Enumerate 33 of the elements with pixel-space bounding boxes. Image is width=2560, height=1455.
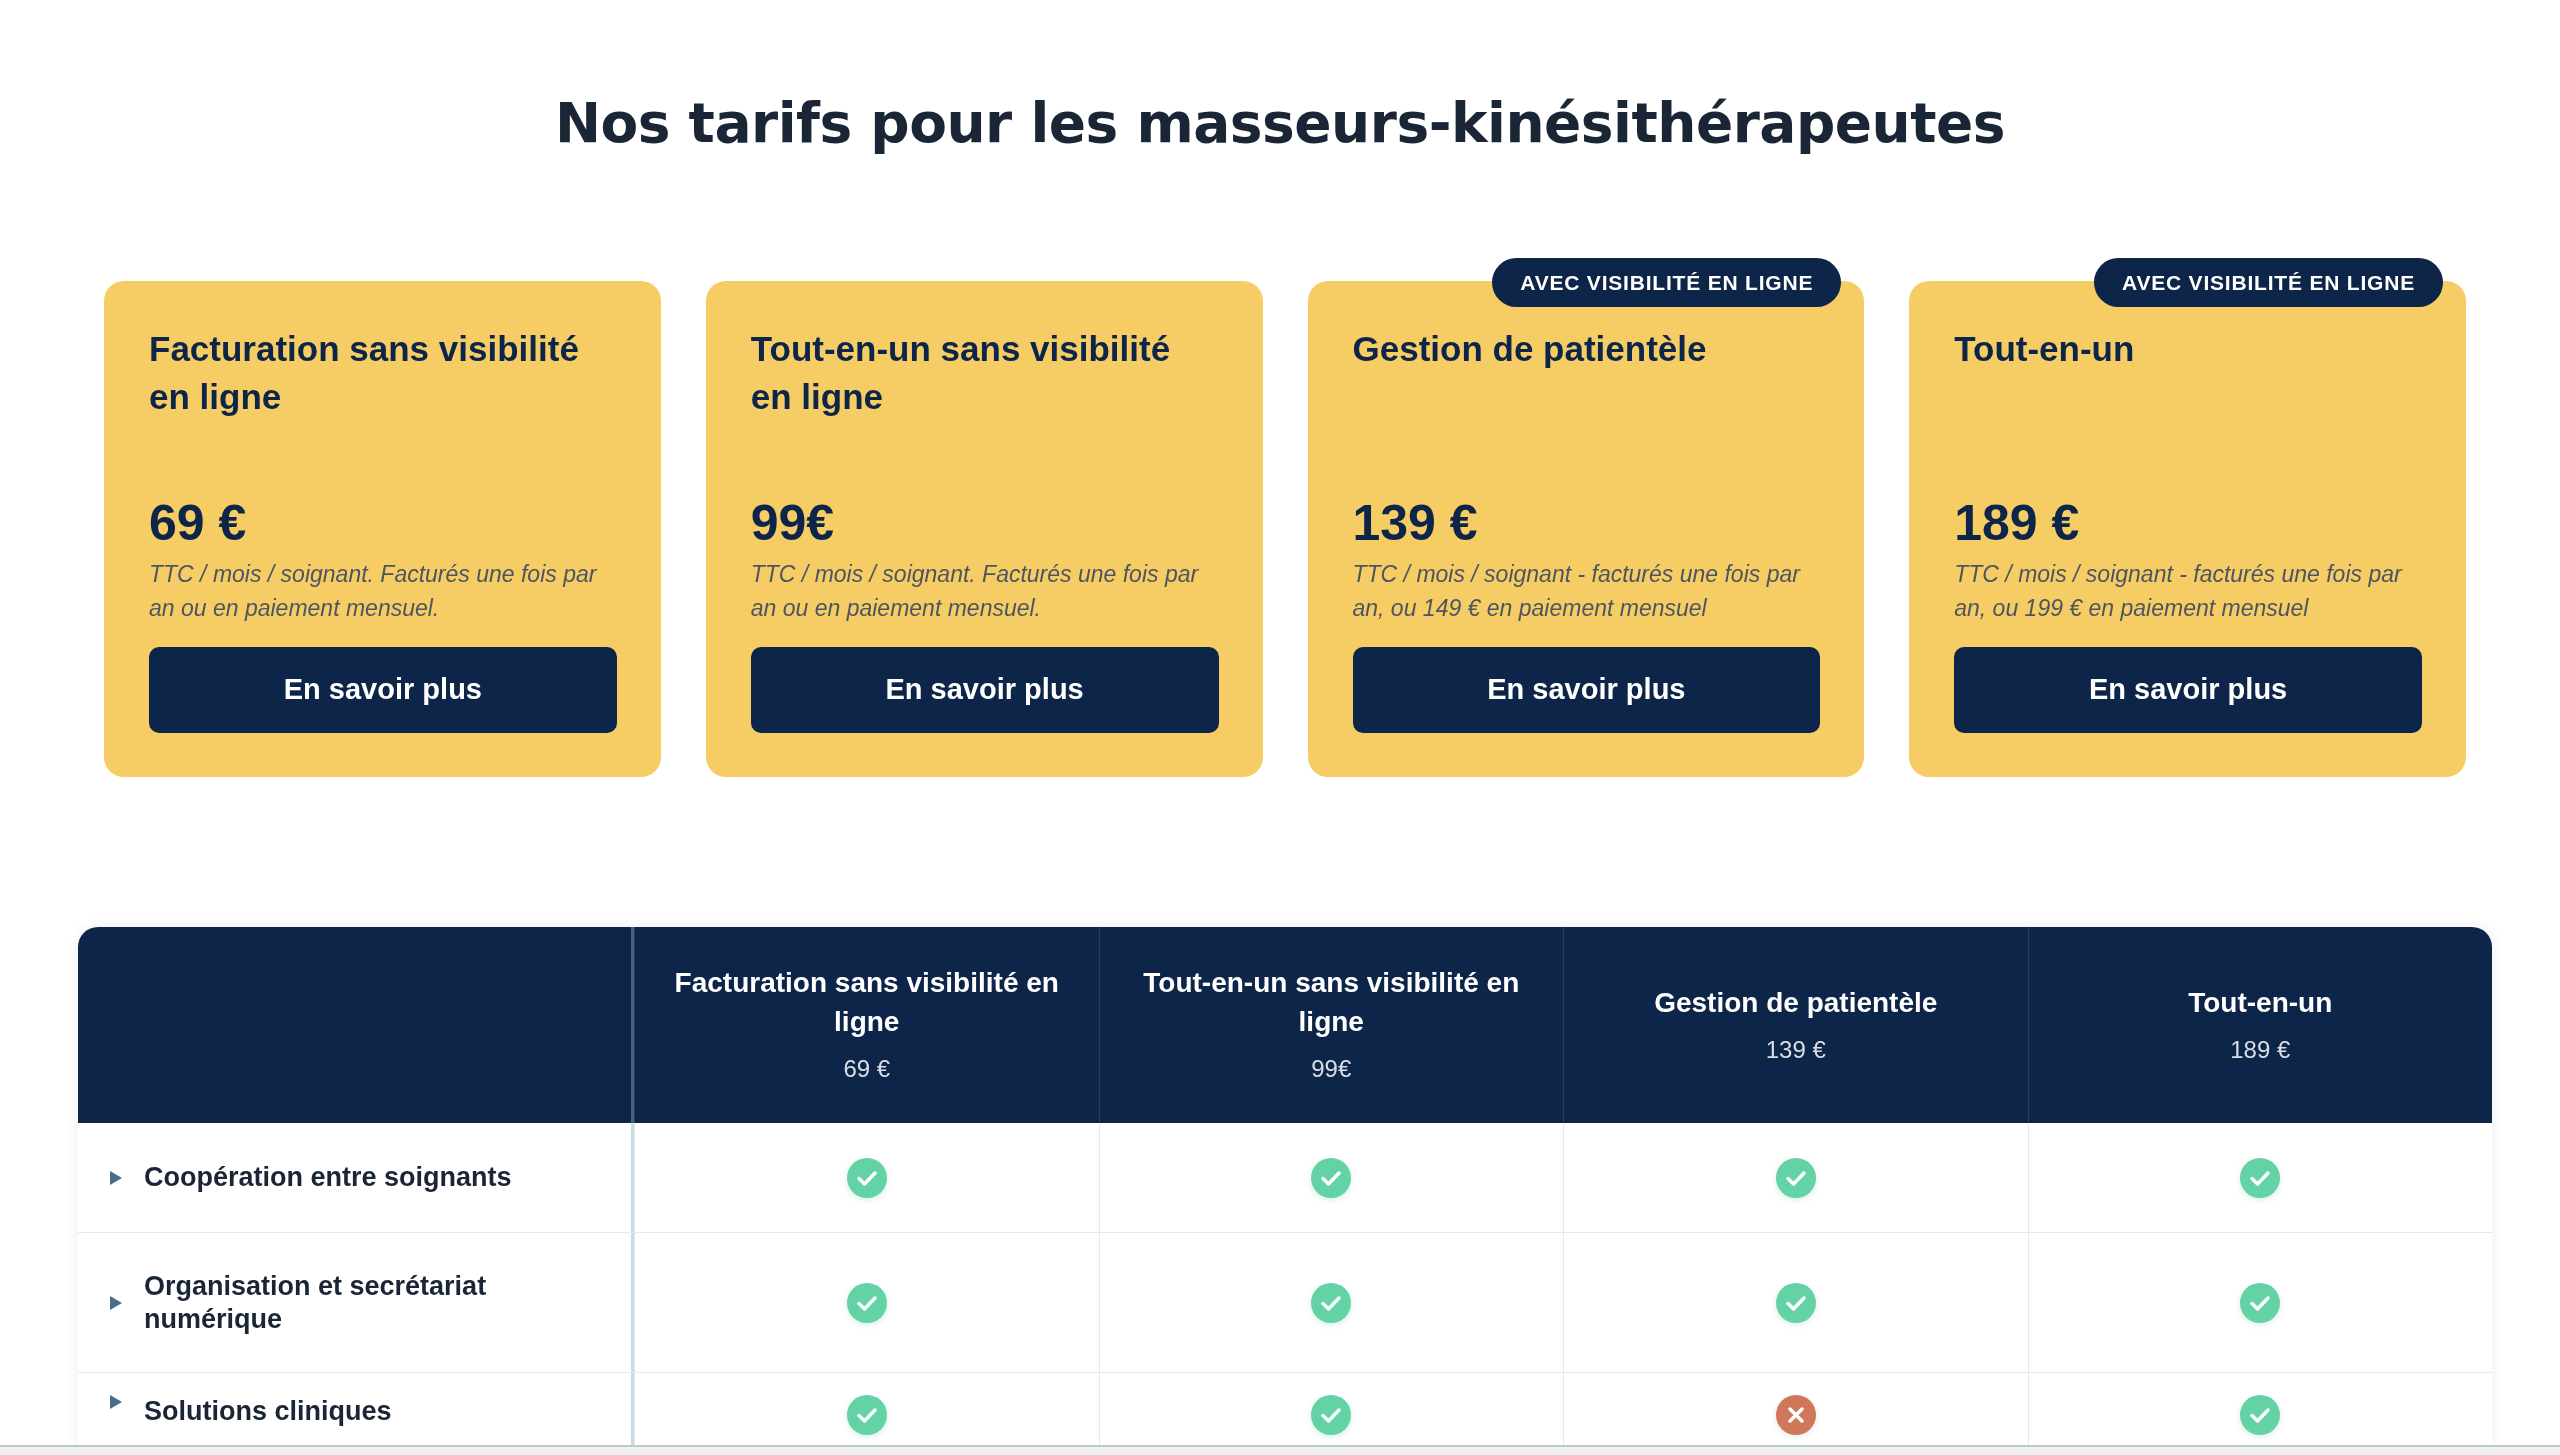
column-title: Facturation sans visibilité en ligne <box>673 966 1060 1039</box>
plan-tag: AVEC VISIBILITÉ EN LIGNE <box>2094 258 2443 307</box>
column-title: Tout-en-un sans visibilité en ligne <box>1142 966 1521 1039</box>
plan-tag: AVEC VISIBILITÉ EN LIGNE <box>1492 258 1842 307</box>
caret-icon[interactable] <box>110 1295 122 1310</box>
column-price: 139 € <box>1765 1034 1826 1065</box>
column-price: 69 € <box>843 1054 891 1084</box>
feature-label: Organisation et secrétariat numérique <box>144 1269 488 1336</box>
learn-more-button[interactable]: En savoir plus <box>1352 647 1821 733</box>
price-note: TTC / mois / soignant - facturés une fois par an, ou 199 € en paiement mensuel <box>1954 560 2404 623</box>
column-title: Gestion de patientèle <box>1654 985 1938 1020</box>
plan-price: 189 € <box>1954 494 2081 553</box>
learn-more-button[interactable]: En savoir plus <box>750 647 1219 733</box>
page-heading: Nos tarifs pour les masseurs-kinésithérapeutes <box>553 90 2007 156</box>
feature-label: Solutions cliniques <box>144 1395 392 1428</box>
column-title: Tout-en-un <box>2188 985 2333 1020</box>
plan-title: Tout-en-un <box>1954 328 2136 370</box>
plan-title: Tout-en-un sans visibilité en ligne <box>750 328 1172 418</box>
price-note: TTC / mois / soignant. Facturés une fois par an ou en paiement mensuel. <box>750 560 1200 623</box>
price-note: TTC / mois / soignant - facturés une fois par an, ou 149 € en paiement mensuel <box>1352 560 1802 623</box>
column-price: 189 € <box>2230 1034 2291 1065</box>
plan-title: Facturation sans visibilité en ligne <box>149 328 580 418</box>
caret-icon[interactable] <box>110 1395 122 1409</box>
caret-icon[interactable] <box>110 1170 122 1185</box>
column-price: 99€ <box>1311 1054 1352 1084</box>
feature-label: Coopération entre soignants <box>144 1161 512 1194</box>
plan-price: 139 € <box>1352 494 1479 553</box>
learn-more-button[interactable]: En savoir plus <box>149 647 617 733</box>
learn-more-button[interactable]: En savoir plus <box>1954 647 2422 733</box>
price-note: TTC / mois / soignant. Facturés une fois par an ou en paiement mensuel. <box>149 560 598 623</box>
plan-title: Gestion de patientèle <box>1352 328 1708 370</box>
plan-price: 69 € <box>149 494 248 553</box>
plan-price: 99€ <box>750 494 836 553</box>
